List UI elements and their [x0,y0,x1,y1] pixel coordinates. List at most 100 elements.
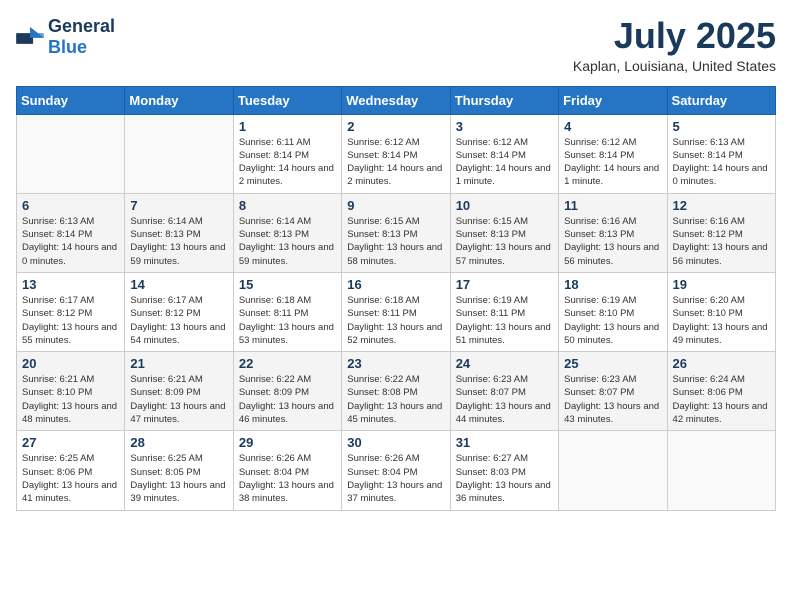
day-info: Sunrise: 6:26 AMSunset: 8:04 PMDaylight:… [239,452,336,505]
day-number: 6 [22,198,119,213]
calendar-cell: 2 Sunrise: 6:12 AMSunset: 8:14 PMDaylight… [342,114,450,193]
day-info: Sunrise: 6:16 AMSunset: 8:13 PMDaylight:… [564,215,661,268]
weekday-header: Friday [559,86,667,114]
day-info: Sunrise: 6:12 AMSunset: 8:14 PMDaylight:… [564,136,661,189]
day-info: Sunrise: 6:18 AMSunset: 8:11 PMDaylight:… [239,294,336,347]
day-info: Sunrise: 6:25 AMSunset: 8:05 PMDaylight:… [130,452,227,505]
day-number: 4 [564,119,661,134]
calendar-cell: 27 Sunrise: 6:25 AMSunset: 8:06 PMDayligh… [17,431,125,510]
day-number: 21 [130,356,227,371]
calendar-cell: 23 Sunrise: 6:22 AMSunset: 8:08 PMDayligh… [342,352,450,431]
day-number: 15 [239,277,336,292]
day-info: Sunrise: 6:16 AMSunset: 8:12 PMDaylight:… [673,215,770,268]
day-info: Sunrise: 6:25 AMSunset: 8:06 PMDaylight:… [22,452,119,505]
day-number: 23 [347,356,444,371]
day-number: 17 [456,277,553,292]
calendar-cell: 12 Sunrise: 6:16 AMSunset: 8:12 PMDayligh… [667,193,775,272]
day-info: Sunrise: 6:14 AMSunset: 8:13 PMDaylight:… [239,215,336,268]
day-info: Sunrise: 6:21 AMSunset: 8:10 PMDaylight:… [22,373,119,426]
day-info: Sunrise: 6:24 AMSunset: 8:06 PMDaylight:… [673,373,770,426]
day-number: 8 [239,198,336,213]
calendar-cell: 13Sunrise: 6:17 AMSunset: 8:12 PMDayligh… [17,272,125,351]
day-info: Sunrise: 6:18 AMSunset: 8:11 PMDaylight:… [347,294,444,347]
calendar-cell: 30 Sunrise: 6:26 AMSunset: 8:04 PMDayligh… [342,431,450,510]
calendar-cell [559,431,667,510]
calendar-week-row: 1 Sunrise: 6:11 AMSunset: 8:14 PMDaylight… [17,114,776,193]
day-number: 3 [456,119,553,134]
logo: General Blue [16,16,115,58]
day-number: 16 [347,277,444,292]
day-number: 11 [564,198,661,213]
calendar-cell: 21 Sunrise: 6:21 AMSunset: 8:09 PMDayligh… [125,352,233,431]
calendar-cell: 9Sunrise: 6:15 AMSunset: 8:13 PMDaylight… [342,193,450,272]
calendar-cell: 29 Sunrise: 6:26 AMSunset: 8:04 PMDayligh… [233,431,341,510]
calendar-cell: 26 Sunrise: 6:24 AMSunset: 8:06 PMDayligh… [667,352,775,431]
calendar-cell: 19 Sunrise: 6:20 AMSunset: 8:10 PMDayligh… [667,272,775,351]
day-info: Sunrise: 6:13 AMSunset: 8:14 PMDaylight:… [673,136,770,189]
day-info: Sunrise: 6:23 AMSunset: 8:07 PMDaylight:… [564,373,661,426]
calendar-cell [125,114,233,193]
day-number: 2 [347,119,444,134]
day-number: 12 [673,198,770,213]
calendar-cell: 14 Sunrise: 6:17 AMSunset: 8:12 PMDayligh… [125,272,233,351]
day-info: Sunrise: 6:20 AMSunset: 8:10 PMDaylight:… [673,294,770,347]
day-number: 22 [239,356,336,371]
calendar-cell: 28 Sunrise: 6:25 AMSunset: 8:05 PMDayligh… [125,431,233,510]
calendar-cell: 1 Sunrise: 6:11 AMSunset: 8:14 PMDaylight… [233,114,341,193]
calendar-cell: 16 Sunrise: 6:18 AMSunset: 8:11 PMDayligh… [342,272,450,351]
day-number: 28 [130,435,227,450]
day-number: 5 [673,119,770,134]
calendar-cell: 3Sunrise: 6:12 AMSunset: 8:14 PMDaylight… [450,114,558,193]
day-info: Sunrise: 6:26 AMSunset: 8:04 PMDaylight:… [347,452,444,505]
calendar-cell: 31 Sunrise: 6:27 AMSunset: 8:03 PMDayligh… [450,431,558,510]
calendar-table: SundayMondayTuesdayWednesdayThursdayFrid… [16,86,776,511]
day-number: 26 [673,356,770,371]
day-number: 1 [239,119,336,134]
calendar-cell [667,431,775,510]
logo-blue: Blue [48,37,87,57]
day-info: Sunrise: 6:15 AMSunset: 8:13 PMDaylight:… [456,215,553,268]
day-info: Sunrise: 6:23 AMSunset: 8:07 PMDaylight:… [456,373,553,426]
day-info: Sunrise: 6:19 AMSunset: 8:10 PMDaylight:… [564,294,661,347]
day-number: 9 [347,198,444,213]
day-number: 30 [347,435,444,450]
day-number: 20 [22,356,119,371]
day-number: 31 [456,435,553,450]
calendar-cell: 7Sunrise: 6:14 AMSunset: 8:13 PMDaylight… [125,193,233,272]
day-info: Sunrise: 6:27 AMSunset: 8:03 PMDaylight:… [456,452,553,505]
day-info: Sunrise: 6:17 AMSunset: 8:12 PMDaylight:… [130,294,227,347]
calendar-week-row: 20 Sunrise: 6:21 AMSunset: 8:10 PMDayligh… [17,352,776,431]
day-number: 29 [239,435,336,450]
calendar-cell: 25 Sunrise: 6:23 AMSunset: 8:07 PMDayligh… [559,352,667,431]
day-number: 25 [564,356,661,371]
day-number: 19 [673,277,770,292]
page-header: General Blue July 2025 Kaplan, Louisiana… [16,16,776,74]
calendar-cell: 18 Sunrise: 6:19 AMSunset: 8:10 PMDayligh… [559,272,667,351]
calendar-week-row: 27 Sunrise: 6:25 AMSunset: 8:06 PMDayligh… [17,431,776,510]
location: Kaplan, Louisiana, United States [573,58,776,74]
title-block: July 2025 Kaplan, Louisiana, United Stat… [573,16,776,74]
weekday-header: Saturday [667,86,775,114]
day-number: 18 [564,277,661,292]
weekday-header-row: SundayMondayTuesdayWednesdayThursdayFrid… [17,86,776,114]
calendar-cell [17,114,125,193]
day-info: Sunrise: 6:22 AMSunset: 8:08 PMDaylight:… [347,373,444,426]
day-number: 27 [22,435,119,450]
day-number: 14 [130,277,227,292]
weekday-header: Sunday [17,86,125,114]
calendar-week-row: 13Sunrise: 6:17 AMSunset: 8:12 PMDayligh… [17,272,776,351]
month-title: July 2025 [573,16,776,56]
weekday-header: Thursday [450,86,558,114]
calendar-cell: 11 Sunrise: 6:16 AMSunset: 8:13 PMDayligh… [559,193,667,272]
calendar-cell: 22Sunrise: 6:22 AMSunset: 8:09 PMDayligh… [233,352,341,431]
day-info: Sunrise: 6:21 AMSunset: 8:09 PMDaylight:… [130,373,227,426]
day-number: 24 [456,356,553,371]
day-info: Sunrise: 6:11 AMSunset: 8:14 PMDaylight:… [239,136,336,189]
calendar-cell: 8 Sunrise: 6:14 AMSunset: 8:13 PMDaylight… [233,193,341,272]
calendar-cell: 17Sunrise: 6:19 AMSunset: 8:11 PMDayligh… [450,272,558,351]
calendar-cell: 20 Sunrise: 6:21 AMSunset: 8:10 PMDayligh… [17,352,125,431]
weekday-header: Wednesday [342,86,450,114]
logo-icon [16,27,44,47]
day-info: Sunrise: 6:12 AMSunset: 8:14 PMDaylight:… [347,136,444,189]
logo-general: General [48,16,115,36]
